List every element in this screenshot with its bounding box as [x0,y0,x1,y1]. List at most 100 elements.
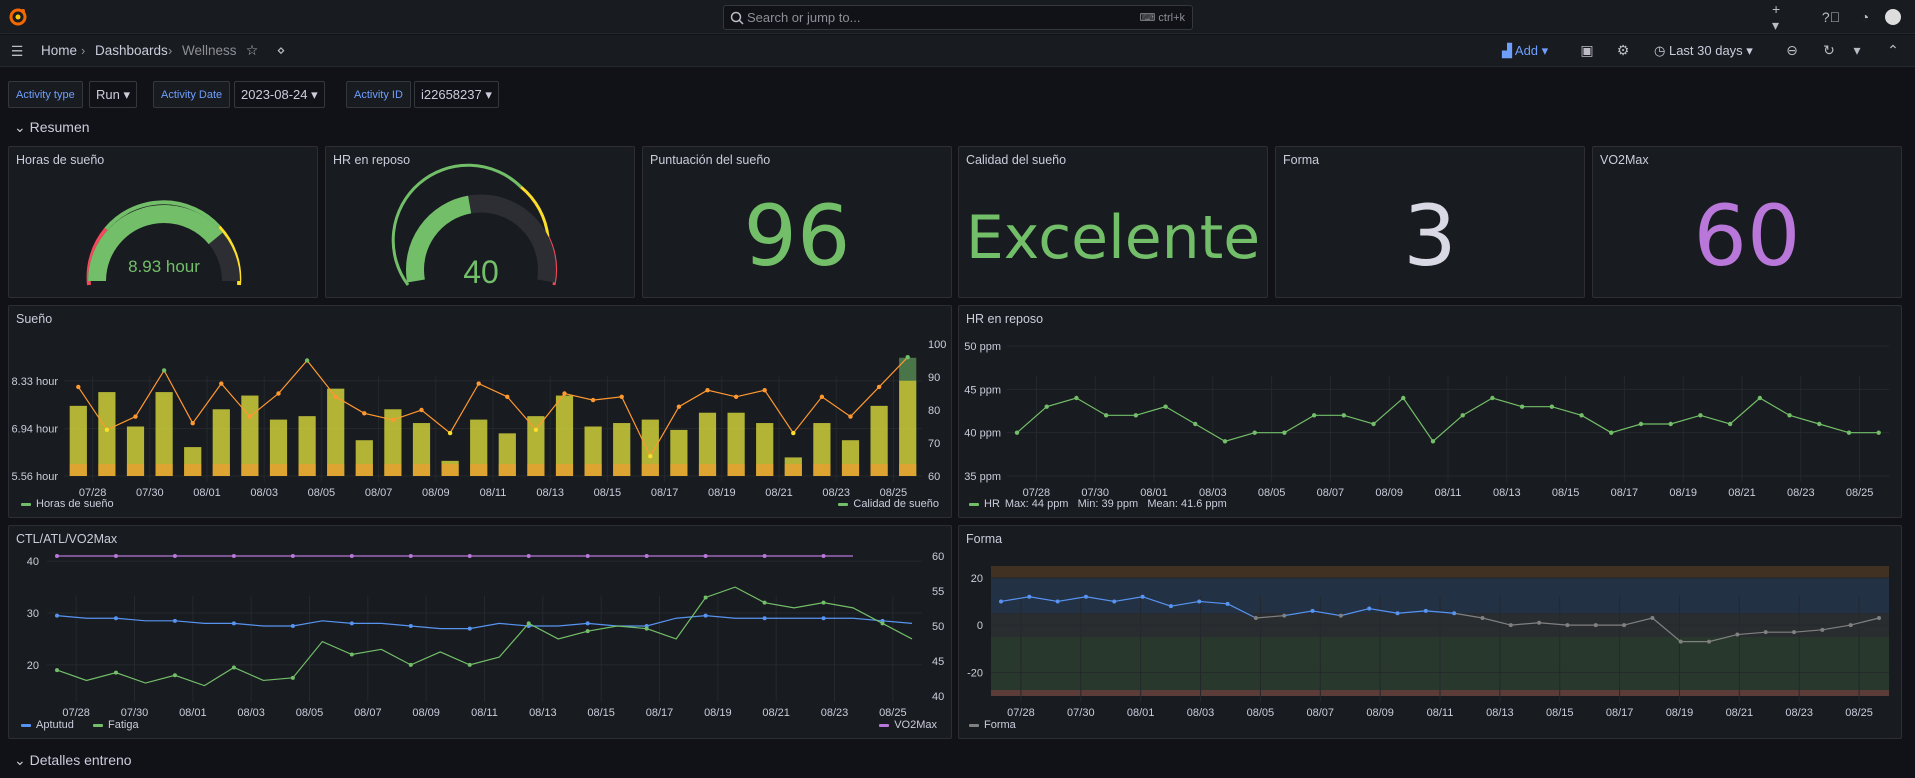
time-range-picker[interactable]: ◷ Last 30 days ▾ [1654,43,1753,59]
hr-point [1401,395,1406,401]
y-tick-label: 0 [977,620,983,632]
legend-swatch [21,723,31,727]
menu-icon[interactable]: ☰ [8,42,26,60]
x-tick-label: 08/11 [471,707,498,719]
forma-point [1678,639,1683,644]
sleep-bar-base [470,464,488,476]
series-point [172,618,177,623]
quality-point [619,394,624,399]
series-point [467,662,472,667]
row-resumen[interactable]: ⌄ Resumen [14,119,90,136]
refresh-icon[interactable]: ↻ [1820,41,1838,59]
x-tick-label: 08/21 [762,707,790,719]
legend-item[interactable]: Horas de sueño [21,498,114,510]
sleep-bar-threshold [98,392,116,476]
legend-item[interactable]: Calidad de sueño [838,498,939,510]
breadcrumb-home[interactable]: Home [41,43,77,58]
legend-label: Forma [984,719,1016,731]
zoom-out-icon[interactable]: ⊖ [1783,41,1801,59]
x-tick-label: 08/09 [422,487,450,499]
grafana-logo-icon[interactable] [8,7,28,27]
sleep-bar-threshold [899,380,917,476]
help-icon[interactable]: ?⃝ [1822,8,1840,26]
sleep-bar-base [298,464,316,476]
hr-point [1549,404,1555,409]
share-icon[interactable]: ⋄ [272,41,290,59]
forma-point [1565,623,1570,628]
gauge-value: 8.93 hour [128,257,200,276]
series-point [113,616,118,621]
row-detalles-entreno[interactable]: ⌄ Detalles entreno [14,752,132,769]
stat-value: 60 [1693,187,1801,285]
plus-icon[interactable]: + ▾ [1772,1,1790,33]
variable-select-activity-id[interactable]: i22658237 ▾ [414,81,499,108]
legend-swatch [969,502,979,506]
forma-point [1423,608,1428,613]
series-point [585,621,590,626]
chevron-up-icon[interactable]: ⌃ [1884,41,1902,59]
rss-icon[interactable]: ◔ [1856,8,1874,26]
x-tick-label: 07/28 [1007,707,1035,719]
star-icon[interactable]: ☆ [243,41,261,59]
breadcrumb-dashboards[interactable]: Dashboards [95,43,168,58]
search-input[interactable]: Search or jump to... ⌨ ctrl+k [723,5,1193,30]
top-navigation-bar: Search or jump to... ⌨ ctrl+k + ▾ ?⃝ ◔ [0,0,1915,34]
x-tick-label: 08/23 [821,707,849,719]
sleep-bar-threshold [241,395,259,476]
x-tick-label: 08/11 [1435,487,1462,499]
sleep-bar-base [126,464,145,476]
add-button[interactable]: ▟ Add ▾ [1502,43,1548,59]
legend-item[interactable]: Fatiga [93,719,139,731]
series-point [703,595,708,600]
x-tick-label: 08/11 [480,487,507,499]
legend-item[interactable]: Forma [969,719,1016,731]
x-tick-label: 08/07 [1307,707,1335,719]
x-tick-label: 08/23 [1785,707,1813,719]
series-point [644,626,649,631]
quality-point [219,381,224,386]
quality-point [562,391,567,396]
variable-value: i22658237 [421,87,482,102]
save-icon[interactable]: ▣ [1578,41,1596,59]
sleep-bar-base [184,464,202,476]
variable-select-activity-date[interactable]: 2023-08-24 ▾ [234,81,325,108]
x-tick-label: 08/13 [536,487,564,499]
quality-point [590,397,596,403]
x-tick-label: 07/30 [121,707,149,719]
gear-icon[interactable]: ⚙ [1614,41,1632,59]
hr-point [1757,395,1763,401]
panel-title: Puntuación del sueño [650,153,771,167]
legend-label: HR [984,498,1000,510]
legend-label: VO2Max [894,719,937,731]
sleep-bar-base [670,464,688,476]
series-point [55,613,59,618]
avatar[interactable] [1884,8,1902,26]
quality-point [362,411,367,416]
series-point [349,554,354,558]
forma-chart: -20 0 20 07/28 07/30 08/01 08/03 08/05 08/07 08/0… [967,566,1889,719]
panel-hr-reposo: HR en reposo 40 [325,146,635,298]
chevron-down-icon[interactable]: ▾ [1848,41,1866,59]
quality-point [276,391,281,396]
forma-point [1367,606,1372,611]
series-point [703,554,708,558]
forma-point [1338,613,1343,618]
legend-item[interactable]: VO2Max [879,719,937,731]
series-point [231,554,236,558]
sleep-bar-base [355,464,373,476]
quality-point [876,384,882,390]
hr-point [1787,413,1792,418]
hr-point [1846,430,1852,435]
x-tick-label: 08/13 [1493,487,1521,499]
panel-title: VO2Max [1600,153,1649,167]
panel-puntuacion-sueno: Puntuación del sueño 96 [642,146,952,298]
y-tick-label: 20 [971,573,983,585]
forma-point [1055,599,1060,604]
legend-item[interactable]: Aptutud [21,719,74,731]
x-tick-label: 08/09 [412,707,440,719]
sleep-bar-base [412,464,431,476]
sleep-bar-base [870,464,888,476]
quality-point [676,404,682,409]
variable-select-activity-type[interactable]: Run ▾ [89,81,137,108]
legend-item[interactable]: HR Max: 44 ppm Min: 39 ppm Mean: 41.6 ppm [969,498,1227,510]
